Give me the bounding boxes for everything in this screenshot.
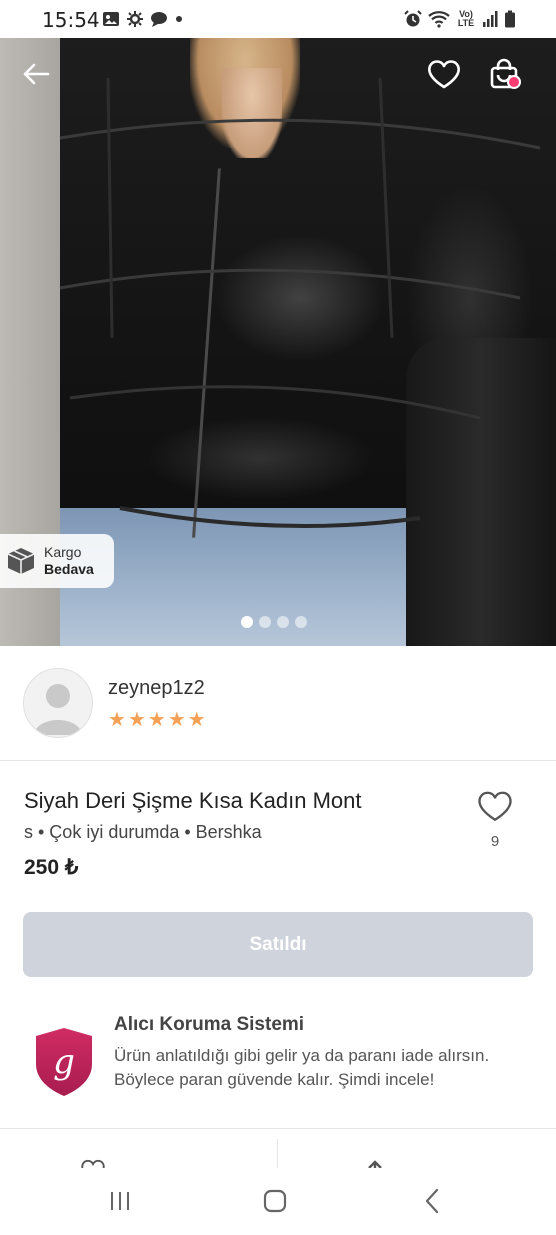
page-dot[interactable]	[241, 616, 253, 628]
action-divider	[277, 1139, 278, 1169]
chat-icon	[151, 12, 167, 27]
cart-notification-badge	[507, 75, 521, 89]
favorite-button[interactable]	[422, 52, 466, 96]
system-nav-bar	[0, 1168, 556, 1235]
cart-button[interactable]	[482, 52, 526, 96]
home-icon	[263, 1189, 287, 1213]
volte-icon: Vo) LTE	[457, 9, 475, 28]
battery-icon	[505, 10, 515, 28]
recent-apps-icon	[111, 1192, 129, 1210]
system-back-button[interactable]	[412, 1184, 452, 1218]
star-icon: ★	[187, 709, 206, 731]
protection-title: Alıcı Koruma Sistemi	[114, 1014, 305, 1035]
sold-button[interactable]: Satıldı	[23, 912, 533, 977]
product-price: 250 ₺	[24, 856, 79, 879]
buyer-protection-banner[interactable]: g Alıcı Koruma Sistemi Ürün anlatıldığı …	[0, 1000, 556, 1129]
home-button[interactable]	[255, 1184, 295, 1218]
alarm-icon	[404, 10, 422, 27]
status-bar: 15:54 Vo) LTE	[0, 0, 556, 38]
cargo-label: Kargo	[44, 544, 82, 560]
jacket-shading	[59, 77, 541, 528]
back-arrow-icon	[23, 63, 50, 85]
shield-logo-letter: g	[53, 1042, 75, 1082]
bottom-action-bar	[0, 1129, 556, 1169]
free-shipping-text: Kargo Bedava	[44, 544, 94, 578]
page-dot[interactable]	[259, 616, 271, 628]
gallery-icon	[103, 12, 119, 26]
free-label: Bedava	[44, 561, 94, 577]
favorite-counter[interactable]: 9	[472, 790, 518, 850]
seller-rating: ★ ★ ★ ★ ★	[108, 710, 206, 730]
seller-username[interactable]: zeynep1z2	[108, 677, 205, 700]
avatar[interactable]	[23, 668, 93, 738]
gallery-page-indicator	[241, 616, 307, 628]
product-title: Siyah Deri Şişme Kısa Kadın Mont	[24, 788, 362, 813]
product-meta: s • Çok iyi durumda • Bershka	[24, 822, 262, 842]
protection-text[interactable]: Ürün anlatıldığı gibi gelir ya da paranı…	[114, 1044, 524, 1092]
page-dot[interactable]	[277, 616, 289, 628]
shield-logo-icon: g	[36, 1028, 92, 1096]
dot-icon	[176, 16, 182, 22]
settings-icon	[127, 11, 143, 27]
heart-outline-icon[interactable]	[477, 790, 513, 822]
user-placeholder-icon	[34, 684, 82, 735]
package-icon	[7, 548, 35, 574]
favorites-count: 9	[490, 833, 500, 850]
seller-row[interactable]: zeynep1z2 ★ ★ ★ ★ ★	[0, 646, 556, 761]
status-time: 15:54	[42, 8, 100, 32]
wifi-icon	[428, 11, 450, 28]
star-icon: ★	[127, 709, 146, 731]
star-icon: ★	[167, 709, 186, 731]
heart-icon	[428, 60, 460, 89]
free-shipping-badge: Kargo Bedava	[0, 534, 114, 588]
signal-icon	[483, 11, 498, 27]
star-icon: ★	[108, 709, 126, 731]
back-button[interactable]	[14, 52, 58, 96]
status-icons-right: Vo) LTE	[404, 10, 516, 28]
star-icon: ★	[147, 709, 166, 731]
back-chevron-icon	[425, 1188, 439, 1214]
page-dot[interactable]	[295, 616, 307, 628]
recent-apps-button[interactable]	[100, 1184, 140, 1218]
status-icons-left	[102, 10, 184, 28]
